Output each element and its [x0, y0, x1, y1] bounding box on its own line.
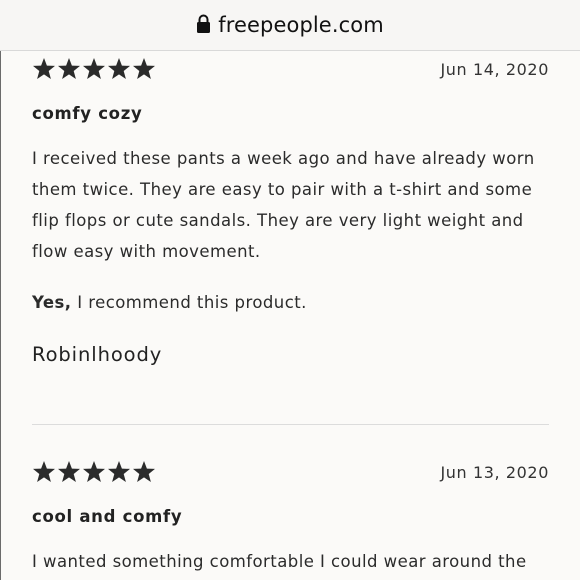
- recommendation: Yes, I recommend this product.: [32, 293, 307, 312]
- star-icon: [83, 461, 105, 482]
- review-date: Jun 13, 2020: [440, 463, 549, 482]
- star-icon: [108, 461, 130, 482]
- review-item: Jun 13, 2020 cool and comfy I wanted som…: [32, 460, 549, 580]
- browser-url-bar[interactable]: freepeople.com: [0, 0, 580, 51]
- star-icon: [83, 58, 105, 79]
- review-divider: [32, 424, 549, 425]
- star-icon: [58, 461, 80, 482]
- review-date: Jun 14, 2020: [440, 60, 549, 79]
- star-icon: [133, 461, 155, 482]
- lock-icon: [197, 14, 211, 33]
- star-icon: [108, 58, 130, 79]
- url-text: freepeople.com: [218, 13, 384, 37]
- recommend-text: I recommend this product.: [71, 293, 307, 312]
- review-title: cool and comfy: [32, 507, 183, 526]
- review-item: Jun 14, 2020 comfy cozy I received these…: [32, 57, 549, 397]
- star-icon: [133, 58, 155, 79]
- star-icon: [58, 58, 80, 79]
- star-rating: [32, 57, 156, 81]
- star-rating: [32, 460, 156, 484]
- review-body: I received these pants a week ago and ha…: [32, 149, 535, 261]
- review-body: I wanted something comfortable I could w…: [32, 552, 527, 571]
- review-title: comfy cozy: [32, 104, 143, 123]
- star-icon: [33, 461, 55, 482]
- star-icon: [33, 58, 55, 79]
- review-author: Robinlhoody: [32, 343, 163, 366]
- page-left-border: [0, 51, 1, 580]
- recommend-yes: Yes,: [32, 293, 72, 312]
